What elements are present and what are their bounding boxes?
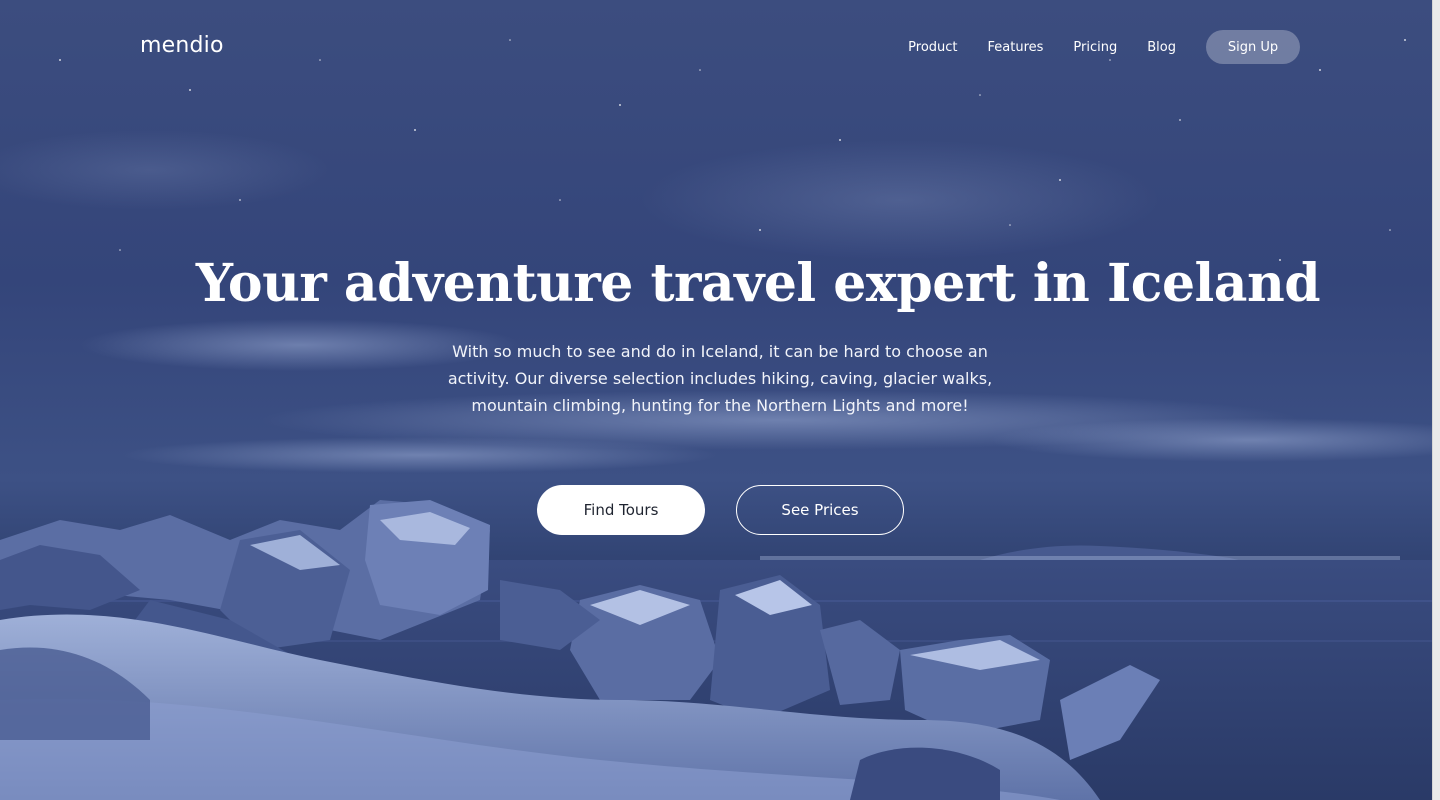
landing-page: mendio Product Features Pricing Blog Sig…: [0, 0, 1432, 800]
top-nav: mendio Product Features Pricing Blog Sig…: [140, 30, 1300, 64]
nav-links: Product Features Pricing Blog Sign Up: [908, 30, 1300, 64]
see-prices-button[interactable]: See Prices: [736, 485, 904, 535]
nav-link-blog[interactable]: Blog: [1147, 40, 1176, 55]
cloud-band: [640, 140, 1160, 260]
hero-title: Your adventure travel expert in Iceland: [195, 253, 1321, 314]
cta-group: Find Tours See Prices: [537, 485, 904, 535]
page-scrollbar[interactable]: [1432, 0, 1440, 800]
find-tours-button[interactable]: Find Tours: [537, 485, 705, 535]
hero-description: With so much to see and do in Iceland, i…: [447, 342, 993, 415]
logo[interactable]: mendio: [140, 33, 224, 58]
nav-link-product[interactable]: Product: [908, 40, 957, 55]
nav-link-pricing[interactable]: Pricing: [1073, 40, 1117, 55]
nav-link-features[interactable]: Features: [988, 40, 1044, 55]
cloud-band: [120, 437, 720, 473]
signup-button[interactable]: Sign Up: [1206, 30, 1300, 64]
